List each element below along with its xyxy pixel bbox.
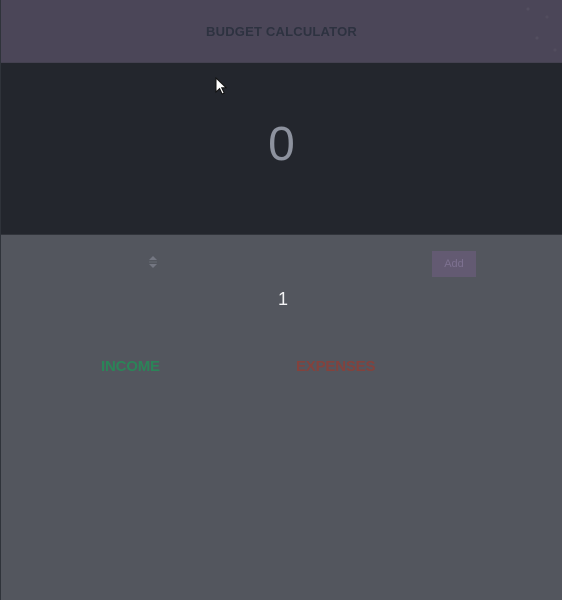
description-input[interactable] (117, 252, 247, 272)
balance-value: 0 (268, 117, 295, 171)
page-title: BUDGET CALCULATOR (206, 23, 357, 39)
arrow-cursor-icon (215, 77, 227, 95)
number-stepper-icon[interactable] (147, 255, 159, 269)
app-header: BUDGET CALCULATOR (1, 0, 562, 63)
add-button[interactable]: Add (432, 251, 476, 277)
transaction-input-area: Add (1, 235, 562, 297)
expenses-title: EXPENSES (296, 358, 376, 375)
transaction-count: 1 (278, 289, 289, 309)
income-title: INCOME (101, 358, 160, 375)
balance-panel: 0 (1, 63, 562, 235)
budget-calculator-app: BUDGET CALCULATOR 0 Add 1 INCOME EXPENSE… (0, 0, 562, 600)
